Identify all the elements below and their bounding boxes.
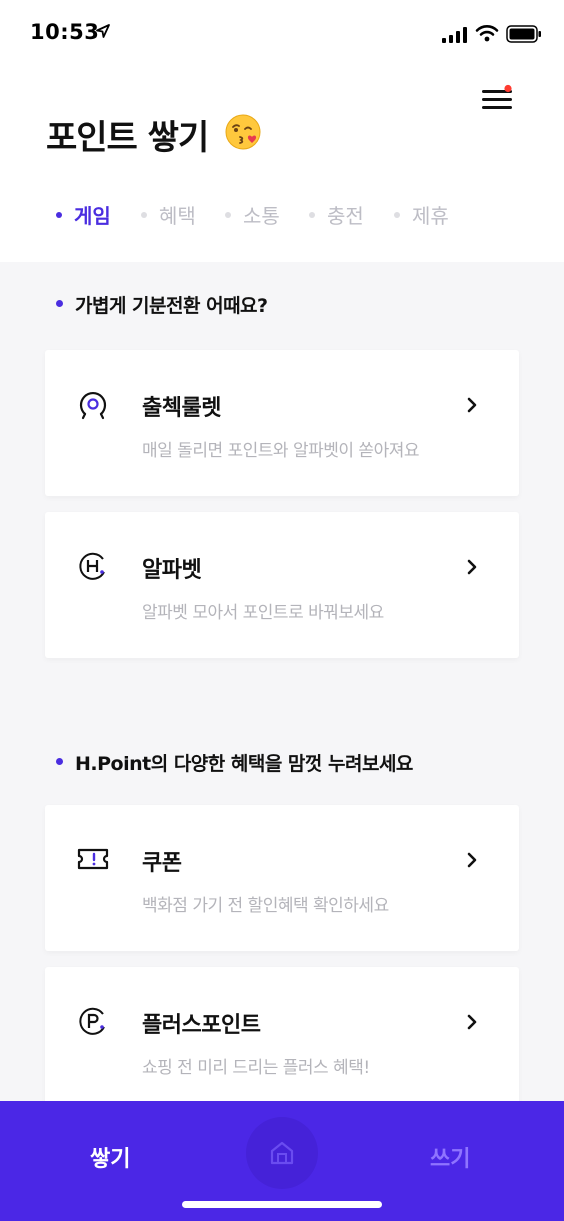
tab-partners[interactable]: 제휴 <box>394 200 449 229</box>
card-subtitle: 쇼핑 전 미리 드리는 플러스 혜택! <box>142 1058 370 1078</box>
chevron-right-icon <box>467 1014 477 1030</box>
home-icon <box>270 1141 294 1165</box>
chevron-right-icon <box>467 559 477 575</box>
location-arrow-icon <box>96 24 110 38</box>
tab-label: 혜택 <box>159 204 196 228</box>
section-dot <box>56 300 63 307</box>
home-indicator <box>182 1201 382 1208</box>
card-subtitle: 매일 돌리면 포인트와 알파벳이 쏟아져요 <box>142 441 420 461</box>
wifi-icon <box>475 25 499 42</box>
section-heading-text: H.Point의 다양한 혜택을 맘껏 누려보세요 <box>75 753 413 775</box>
card-title: 출첵룰렛 <box>142 396 221 421</box>
card-coupon[interactable]: 쿠폰 백화점 가기 전 할인혜택 확인하세요 <box>45 805 519 951</box>
card-subtitle: 백화점 가기 전 할인혜택 확인하세요 <box>142 896 389 916</box>
tab-dot <box>141 211 147 218</box>
bottom-navigation: 쌓기 쓰기 <box>0 1101 564 1221</box>
tab-label: 게임 <box>74 204 111 228</box>
p-circle-icon <box>79 1007 105 1035</box>
section-dot <box>56 758 63 765</box>
roulette-icon <box>79 392 107 420</box>
tab-game[interactable]: 게임 <box>56 200 111 229</box>
card-plus-point[interactable]: 플러스포인트 쇼핑 전 미리 드리는 플러스 혜택! <box>45 967 519 1113</box>
section-heading-benefits: H.Point의 다양한 혜택을 맘껏 누려보세요 <box>56 749 413 776</box>
chevron-right-icon <box>467 397 477 413</box>
tab-dot <box>309 211 315 218</box>
tab-benefits[interactable]: 혜택 <box>141 200 196 229</box>
tab-charge[interactable]: 충전 <box>309 200 364 229</box>
status-time: 10:53 <box>30 20 100 44</box>
card-attendance-roulette[interactable]: 출첵룰렛 매일 돌리면 포인트와 알파벳이 쏟아져요 <box>45 350 519 496</box>
chevron-right-icon <box>467 852 477 868</box>
card-subtitle: 알파벳 모아서 포인트로 바꿔보세요 <box>142 603 384 623</box>
card-title: 알파벳 <box>142 558 202 583</box>
card-title: 플러스포인트 <box>142 1013 261 1038</box>
ticket-icon <box>77 848 109 870</box>
home-button[interactable] <box>246 1117 318 1189</box>
page-title: 포인트 쌓기 <box>46 118 209 158</box>
cellular-signal-icon <box>442 27 467 43</box>
h-circle-icon <box>79 552 105 580</box>
tab-community[interactable]: 소통 <box>225 200 280 229</box>
tab-label: 충전 <box>327 204 364 228</box>
kissing-face-emoji-icon <box>225 114 261 150</box>
battery-icon <box>506 25 541 43</box>
section-heading-text: 가볍게 기분전환 어때요? <box>75 295 268 317</box>
nav-earn-button[interactable]: 쌓기 <box>90 1141 130 1173</box>
tab-dot <box>394 211 400 218</box>
tab-dot <box>56 211 62 218</box>
nav-spend-button[interactable]: 쓰기 <box>430 1141 470 1173</box>
hamburger-menu-icon[interactable] <box>478 84 516 114</box>
card-title: 쿠폰 <box>142 851 182 876</box>
status-bar: 10:53 <box>0 0 564 62</box>
section-heading-games: 가볍게 기분전환 어때요? <box>56 291 268 318</box>
notification-dot <box>504 84 512 93</box>
tab-label: 제휴 <box>412 204 449 228</box>
card-alphabet[interactable]: 알파벳 알파벳 모아서 포인트로 바꿔보세요 <box>45 512 519 658</box>
tab-label: 소통 <box>243 204 280 228</box>
tab-dot <box>225 211 231 218</box>
